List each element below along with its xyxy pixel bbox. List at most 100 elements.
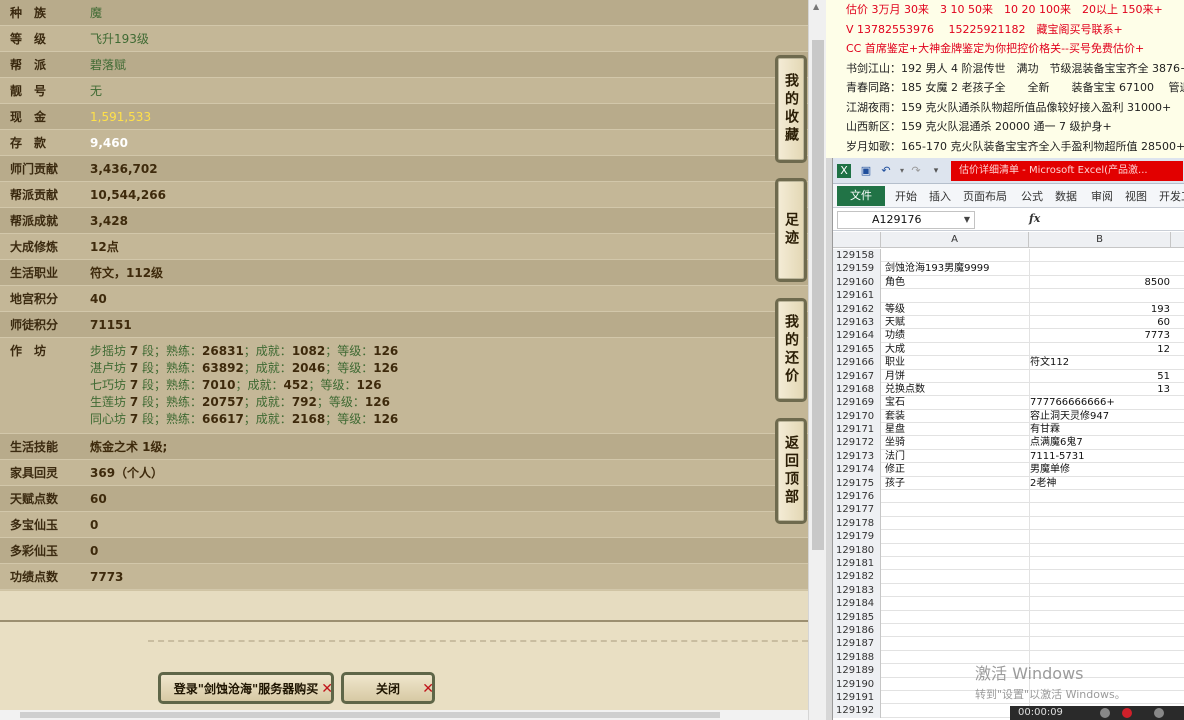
column-header-a[interactable]: A [881, 232, 1029, 248]
row-header[interactable]: 129186 [833, 623, 881, 638]
cell-a[interactable]: 等级 [885, 303, 1029, 316]
panel-scrollbar[interactable]: ▲ [808, 0, 826, 720]
select-all-corner[interactable] [833, 232, 881, 248]
cell-b[interactable]: 8500 [1030, 276, 1170, 289]
cell-b[interactable]: 符文112 [1030, 356, 1170, 369]
cell-a[interactable]: 兑换点数 [885, 383, 1029, 396]
scrollbar-thumb[interactable] [20, 712, 720, 718]
row-header[interactable]: 129175 [833, 476, 881, 491]
row-header[interactable]: 129162 [833, 302, 881, 316]
cell-a[interactable]: 坐骑 [885, 436, 1029, 449]
horizontal-scrollbar[interactable] [0, 710, 808, 720]
row-header[interactable]: 129191 [833, 690, 881, 705]
quick-access-menu-icon[interactable]: ▾ [929, 164, 943, 178]
cell-a[interactable]: 大成 [885, 343, 1029, 356]
cell-a[interactable]: 功绩 [885, 329, 1029, 342]
row-header[interactable]: 129173 [833, 449, 881, 464]
row-header[interactable]: 129179 [833, 530, 881, 544]
save-icon[interactable]: ▣ [859, 164, 873, 178]
ribbon-tab[interactable]: 插入 [929, 188, 951, 204]
cell-b[interactable]: 51 [1030, 370, 1170, 383]
redo-icon[interactable]: ↷ [909, 164, 923, 178]
row-header[interactable]: 129187 [833, 637, 881, 651]
row-header[interactable]: 129168 [833, 382, 881, 397]
row-header[interactable]: 129178 [833, 516, 881, 531]
cell-b[interactable]: 777766666666+ [1030, 396, 1170, 409]
ribbon-tab[interactable]: 审阅 [1091, 188, 1113, 204]
row-header[interactable]: 129169 [833, 396, 881, 410]
cell-a[interactable]: 角色 [885, 276, 1029, 289]
row-header[interactable]: 129167 [833, 369, 881, 383]
back-to-top-button[interactable]: 返回顶部 [775, 418, 807, 524]
cell-a[interactable]: 宝石 [885, 396, 1029, 409]
row-header[interactable]: 129160 [833, 275, 881, 290]
cell-b[interactable]: 13 [1030, 383, 1170, 396]
row-header[interactable]: 129164 [833, 329, 881, 343]
cell-b[interactable]: 男魔单修 [1030, 463, 1170, 476]
cell-a[interactable]: 月饼 [885, 370, 1029, 383]
ribbon-tab[interactable]: 开始 [895, 188, 917, 204]
cell-a[interactable]: 职业 [885, 356, 1029, 369]
row-header[interactable]: 129158 [833, 249, 881, 263]
cell-a[interactable]: 修正 [885, 463, 1029, 476]
row-header[interactable]: 129171 [833, 423, 881, 437]
cell-b[interactable]: 点满魔6鬼7 [1030, 436, 1170, 449]
ribbon-tab[interactable]: 数据 [1055, 188, 1077, 204]
cell-b[interactable]: 容止洞天灵修947 [1030, 410, 1170, 423]
cell-a[interactable]: 星盘 [885, 423, 1029, 436]
row-header[interactable]: 129189 [833, 664, 881, 678]
cell-b[interactable]: 7111-5731 [1030, 450, 1170, 463]
my-bargain-button[interactable]: 我的还价 [775, 298, 807, 402]
cell-b[interactable]: 193 [1030, 303, 1170, 316]
camera-icon[interactable] [1154, 708, 1164, 718]
cell-a[interactable]: 套装 [885, 410, 1029, 423]
row-header[interactable]: 129172 [833, 436, 881, 450]
row-header[interactable]: 129165 [833, 342, 881, 357]
stop-record-icon[interactable] [1122, 708, 1132, 718]
row-header[interactable]: 129161 [833, 289, 881, 303]
row-header[interactable]: 129184 [833, 597, 881, 611]
name-box[interactable]: A129176 ▼ [837, 211, 975, 229]
row-header[interactable]: 129170 [833, 409, 881, 424]
row-header[interactable]: 129185 [833, 610, 881, 624]
ribbon-tab[interactable]: 页面布局 [963, 188, 1007, 204]
chevron-down-icon[interactable]: ▼ [964, 212, 970, 228]
row-header[interactable]: 129177 [833, 503, 881, 517]
fx-icon[interactable]: fx [1029, 212, 1040, 225]
row-header[interactable]: 129174 [833, 463, 881, 477]
undo-icon[interactable]: ↶ [879, 164, 893, 178]
row-header[interactable]: 129181 [833, 556, 881, 571]
pause-icon[interactable] [1100, 708, 1110, 718]
ribbon-tab[interactable]: 视图 [1125, 188, 1147, 204]
cell-a[interactable]: 剑蚀沧海193男魔9999 [885, 262, 1029, 275]
row-header[interactable]: 129183 [833, 583, 881, 598]
row-header[interactable]: 129163 [833, 315, 881, 330]
scroll-up-icon[interactable]: ▲ [813, 2, 819, 11]
cell-b[interactable]: 12 [1030, 343, 1170, 356]
row-header[interactable]: 129182 [833, 570, 881, 584]
my-collection-button[interactable]: 我的收藏 [775, 55, 807, 163]
login-buy-button[interactable]: 登录"剑蚀沧海"服务器购买 ✕ [158, 672, 334, 704]
worksheet-grid[interactable]: 129158 129159 剑蚀沧海193男魔9999 129160 角色 8500 129… [833, 249, 1184, 718]
cell-a[interactable]: 天赋 [885, 316, 1029, 329]
cell-b[interactable]: 7773 [1030, 329, 1170, 342]
scrollbar-thumb[interactable] [812, 40, 824, 550]
footprints-button[interactable]: 足迹 [775, 178, 807, 282]
ribbon-tab[interactable]: 公式 [1021, 188, 1043, 204]
cell-a[interactable]: 孩子 [885, 477, 1029, 490]
cell-b[interactable]: 有甘霖 [1030, 423, 1170, 436]
row-header[interactable]: 129180 [833, 543, 881, 557]
row-header[interactable]: 129176 [833, 490, 881, 504]
row-header[interactable]: 129192 [833, 704, 881, 718]
close-button[interactable]: 关闭 ✕ [341, 672, 435, 704]
cell-b[interactable]: 60 [1030, 316, 1170, 329]
cell-a[interactable]: 法门 [885, 450, 1029, 463]
row-header[interactable]: 129166 [833, 356, 881, 370]
column-header-b[interactable]: B [1029, 232, 1171, 248]
chevron-down-icon[interactable]: ▾ [895, 164, 909, 178]
tab-file[interactable]: 文件 [837, 186, 885, 206]
ribbon-tab[interactable]: 开发工 [1159, 188, 1184, 204]
cell-b[interactable]: 2老神 [1030, 477, 1170, 490]
row-header[interactable]: 129188 [833, 650, 881, 665]
row-header[interactable]: 129159 [833, 262, 881, 276]
